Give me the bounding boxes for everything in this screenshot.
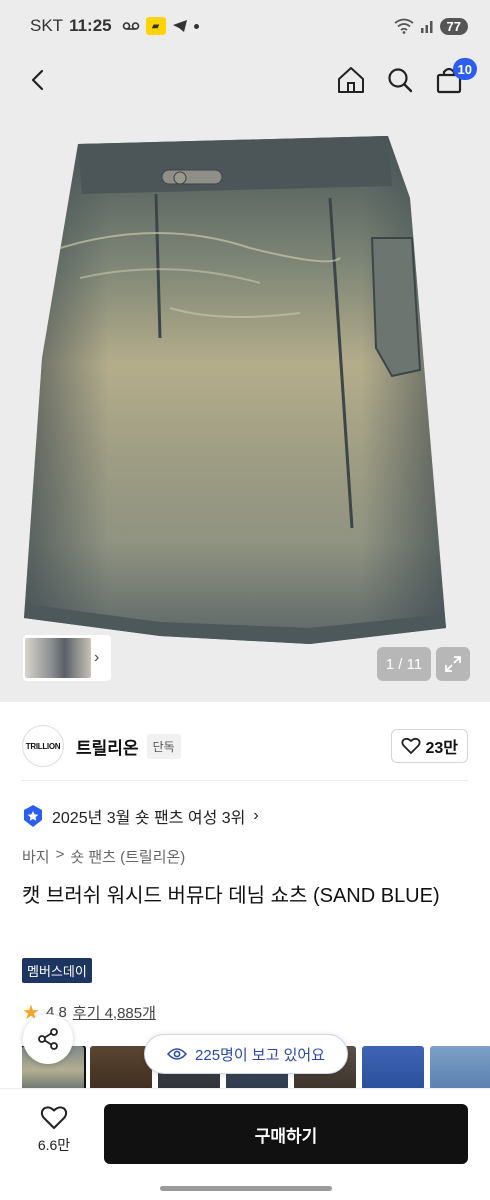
back-arrow-icon (31, 69, 44, 91)
back-button[interactable] (18, 60, 58, 100)
product-image (24, 136, 446, 644)
image-counter: 1 / 11 (377, 647, 431, 681)
expand-icon (445, 656, 461, 672)
top-navigation: 10 (0, 52, 490, 108)
notification-icons: ▰ (122, 17, 199, 35)
brand-name[interactable]: 트릴리온 (76, 734, 139, 759)
brand-like-count: 23만 (425, 740, 458, 757)
share-icon (38, 1028, 58, 1050)
signal-icon (420, 21, 433, 33)
app-notification-icon: ▰ (145, 17, 166, 35)
more-notifications-icon (193, 23, 199, 29)
brand-row: TRILLION 트릴리온 단독 23만 (22, 716, 468, 776)
app-root: SKT 11:25 ▰ 77 10 › 1 / 11 TRILLION 트릴리온… (0, 0, 490, 1200)
voicemail-icon (122, 22, 139, 30)
thumbnail-selector[interactable]: › (23, 635, 111, 681)
share-button[interactable] (23, 1014, 73, 1064)
viewer-count-pill: 225명이 보고 있어요 (144, 1034, 348, 1074)
similar-product-thumb[interactable] (430, 1046, 490, 1090)
system-icons: 77 (393, 17, 468, 35)
brand-like-button[interactable]: 23만 (391, 729, 468, 763)
purchase-bar: 6.6만 구매하기 (0, 1088, 490, 1170)
similar-product-thumb[interactable] (90, 1046, 152, 1090)
home-icon (338, 67, 364, 93)
breadcrumb-separator: > (55, 846, 65, 863)
cart-count-badge: 10 (452, 58, 477, 80)
status-bar: SKT 11:25 ▰ 77 (0, 0, 490, 52)
wifi-icon (393, 18, 414, 34)
breadcrumb-item[interactable]: 바지 (22, 846, 50, 867)
wishlist-count: 6.6만 (37, 1137, 71, 1153)
battery-indicator: 77 (439, 17, 468, 35)
eye-icon (167, 1048, 188, 1060)
telegram-icon (172, 20, 187, 32)
expand-image-button[interactable] (436, 647, 470, 681)
home-button[interactable] (331, 60, 371, 100)
ranking-badge-icon (24, 805, 42, 827)
clock: 11:25 (69, 16, 112, 35)
search-button[interactable] (380, 60, 420, 100)
exclusive-tag: 단독 (146, 733, 181, 759)
event-badge: 멤버스데이 (22, 958, 92, 983)
thumbnail-image (25, 638, 91, 678)
heart-icon (40, 1106, 68, 1129)
product-title: 캣 브러쉬 워시드 버뮤다 데님 쇼츠 (SAND BLUE) (22, 885, 440, 907)
product-image-gallery[interactable]: › 1 / 11 (0, 108, 490, 702)
ranking-text: 2025년 3월 숏 팬츠 여성 3위 (52, 810, 246, 827)
review-link[interactable]: 후기 4,885개 (73, 1002, 156, 1023)
similar-product-thumb[interactable] (362, 1046, 424, 1090)
ranking-link[interactable]: 2025년 3월 숏 팬츠 여성 3위 › (22, 800, 259, 832)
gesture-area (0, 1170, 490, 1200)
carrier-label: SKT (30, 16, 64, 35)
brand-logo[interactable]: TRILLION (22, 725, 64, 767)
heart-icon (401, 737, 421, 754)
chevron-right-icon: › (253, 807, 259, 824)
search-icon (388, 68, 413, 93)
buy-button[interactable]: 구매하기 (104, 1104, 468, 1164)
divider (22, 780, 468, 781)
breadcrumb: 바지 > 숏 팬츠 (트릴리온) (22, 846, 185, 867)
home-indicator[interactable] (160, 1186, 332, 1191)
wishlist-button[interactable]: 6.6만 (30, 1105, 78, 1165)
chevron-right-icon: › (94, 649, 100, 666)
breadcrumb-item[interactable]: 숏 팬츠 (트릴리온) (70, 846, 185, 867)
cart-button[interactable]: 10 (429, 58, 477, 100)
viewer-count-text: 225명이 보고 있어요 (195, 1046, 325, 1064)
